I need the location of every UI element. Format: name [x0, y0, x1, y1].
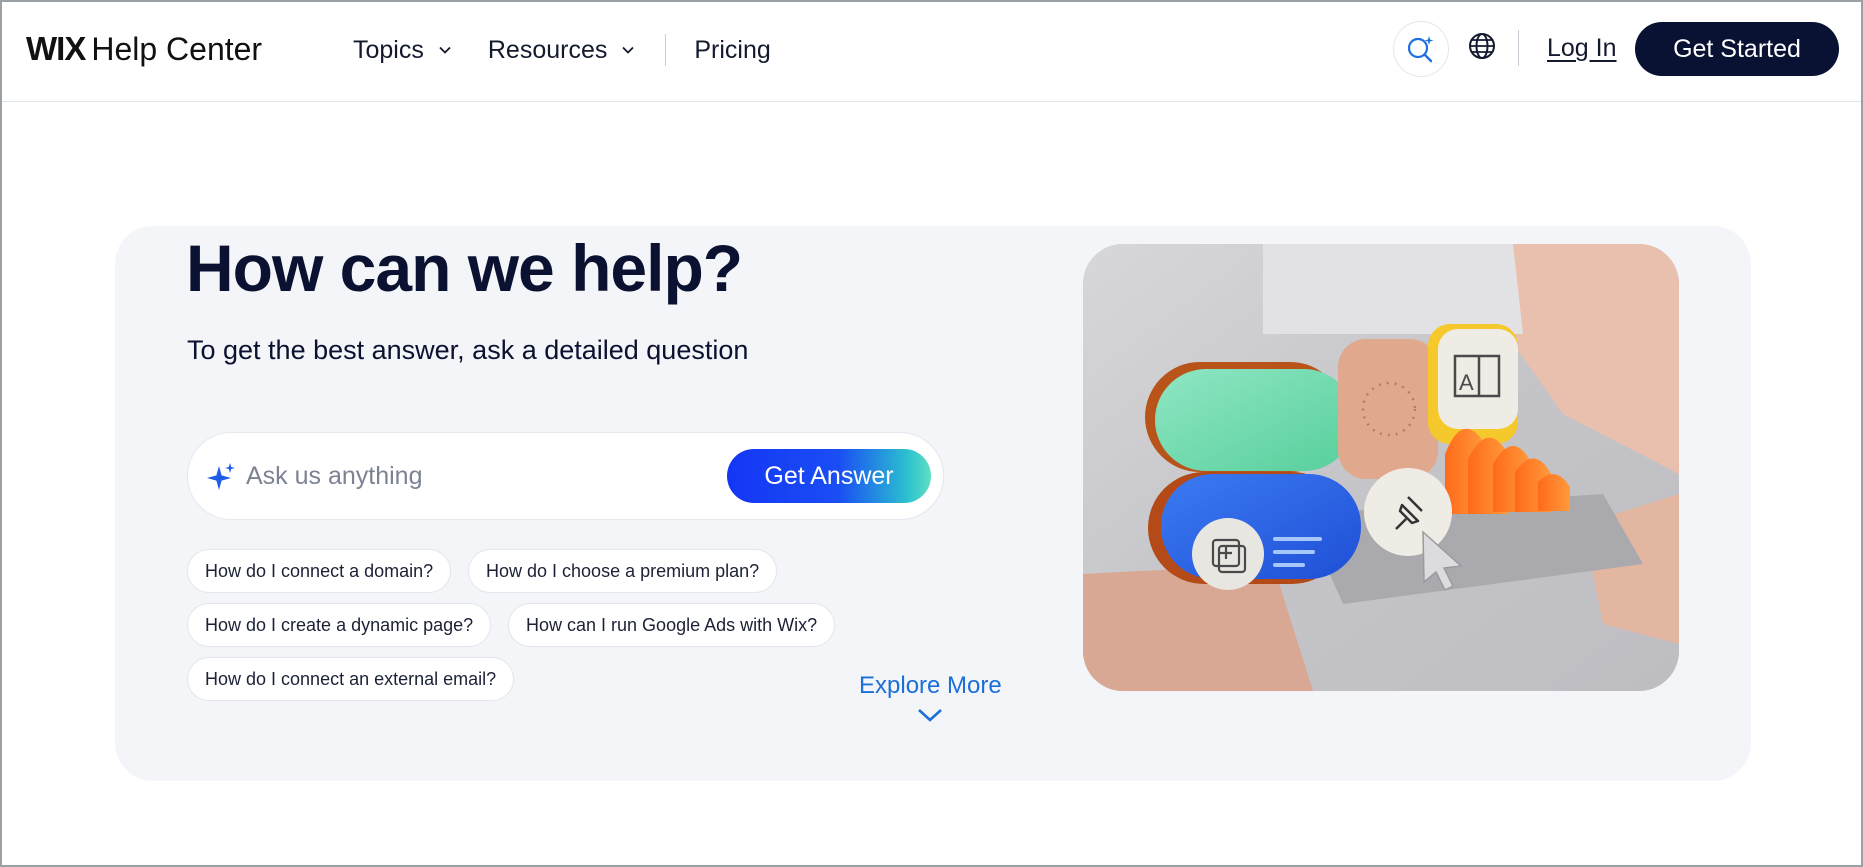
ai-search-icon [1407, 36, 1434, 63]
logo-wordmark: WIX [26, 30, 86, 67]
main-nav: Topics Resources Pricing [353, 30, 771, 70]
page-subtitle: To get the best answer, ask a detailed q… [187, 335, 749, 365]
wix-help-center-logo[interactable]: WIX Help Center [26, 30, 262, 70]
nav-resources-label: Resources [487, 35, 608, 64]
header-divider [1518, 30, 1519, 66]
get-started-button[interactable]: Get Started [1635, 22, 1839, 76]
nav-topics[interactable]: Topics [353, 36, 452, 65]
suggestion-chip[interactable]: How do I create a dynamic page? [187, 603, 492, 647]
chevron-down-icon [439, 46, 451, 54]
chevron-down-icon [918, 709, 943, 722]
nav-topics-label: Topics [353, 35, 424, 64]
nav-pricing[interactable]: Pricing [694, 36, 770, 65]
suggestion-chip[interactable]: How do I connect a domain? [187, 549, 452, 593]
ask-search-bar: Get Answer [187, 432, 944, 520]
suggestion-chip[interactable]: How can I run Google Ads with Wix? [508, 603, 836, 647]
chevron-down-icon [622, 46, 635, 54]
globe-icon[interactable] [1466, 30, 1498, 62]
suggestion-chip[interactable]: How do I choose a premium plan? [468, 549, 778, 593]
site-header: WIX Help Center Topics Resources Pricing… [0, 0, 1863, 102]
nav-divider [665, 34, 667, 66]
svg-text:A: A [1459, 370, 1474, 395]
nav-resources[interactable]: Resources [488, 36, 636, 65]
page-title: How can we help? [186, 231, 743, 305]
suggestion-chip[interactable]: How do I connect an external email? [187, 657, 515, 701]
hero-illustration-art: A [1083, 244, 1679, 691]
get-answer-button[interactable]: Get Answer [727, 449, 931, 503]
explore-more-label: Explore More [859, 672, 1002, 699]
nav-pricing-label: Pricing [694, 35, 771, 64]
sparkle-icon [207, 463, 235, 490]
explore-more-link[interactable]: Explore More [859, 672, 1002, 724]
hero-illustration: A [1083, 244, 1679, 691]
ask-input[interactable] [246, 453, 706, 499]
ai-search-button[interactable] [1393, 21, 1449, 77]
login-link[interactable]: Log In [1547, 34, 1617, 63]
logo-text: Help Center [91, 31, 263, 67]
